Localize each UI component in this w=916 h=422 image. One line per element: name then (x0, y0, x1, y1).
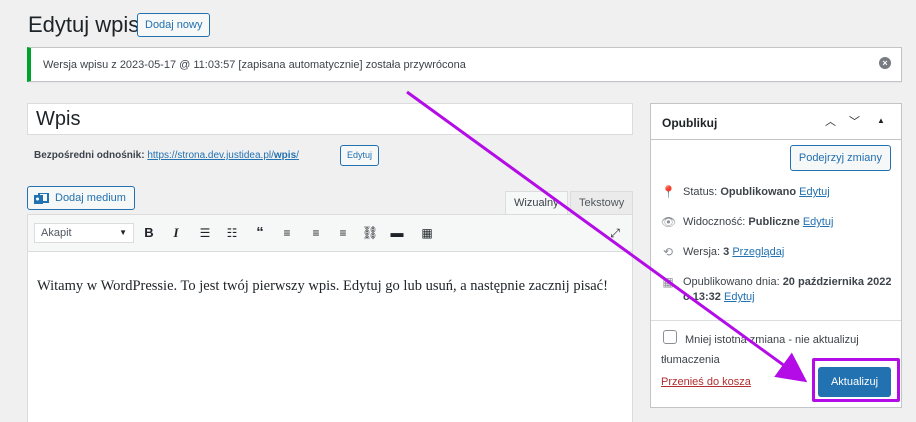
success-notice: Wersja wpisu z 2023-05-17 @ 11:03:57 [za… (27, 47, 902, 82)
annotation-highlight-box (812, 358, 900, 402)
chevron-down-icon: ▼ (119, 228, 127, 237)
pin-icon: 📍 (661, 185, 676, 199)
tab-visual[interactable]: Wizualny (505, 191, 568, 215)
visibility-row: 👁 Widoczność: Publiczne Edytuj (661, 215, 834, 229)
add-media-label: Dodaj medium (55, 192, 126, 204)
toolbar-toggle-icon[interactable]: ▦ (418, 224, 436, 242)
align-left-icon[interactable]: ≡ (278, 224, 296, 242)
history-icon: ⟲ (662, 245, 674, 259)
publish-title: Opublikuj (662, 116, 718, 130)
paragraph-format-select[interactable]: Akapit ▼ (34, 223, 134, 243)
page-title: Edytuj wpis (28, 12, 140, 37)
align-right-icon[interactable]: ≡ (334, 224, 352, 242)
italic-icon[interactable]: I (167, 224, 185, 242)
bold-icon[interactable]: B (140, 224, 158, 242)
revisions-row: ⟲ Wersja: 3 Przeglądaj (662, 245, 785, 259)
blockquote-icon[interactable]: “ (251, 224, 269, 242)
post-title-input[interactable]: Wpis (27, 103, 633, 135)
notice-text: Wersja wpisu z 2023-05-17 @ 11:03:57 [za… (43, 59, 466, 71)
align-center-icon[interactable]: ≡ (307, 224, 325, 242)
add-new-button[interactable]: Dodaj nowy (137, 13, 211, 37)
read-more-icon[interactable]: ▬ (388, 224, 406, 242)
edit-status-link[interactable]: Edytuj (799, 186, 830, 198)
edit-visibility-link[interactable]: Edytuj (803, 216, 834, 228)
numbered-list-icon[interactable]: ☷ (223, 224, 241, 242)
minor-edit-divider (651, 320, 901, 321)
content-editor: Akapit ▼ B I ☰ ☷ “ ≡ ≡ ≡ ⛓ ▬ ▦ ⤢ Witamy w… (27, 214, 633, 422)
permalink: Bezpośredni odnośnik: https://strona.dev… (34, 150, 299, 161)
calendar-icon: ▦ (662, 275, 674, 289)
status-row: 📍 Status: Opublikowano Edytuj (661, 185, 830, 199)
edit-slug-button[interactable]: Edytuj (340, 145, 380, 166)
post-content[interactable]: Witamy w WordPressie. To jest twój pierw… (37, 274, 627, 298)
link-icon[interactable]: ⛓ (361, 224, 379, 242)
collapse-arrow-icon[interactable]: ▲ (877, 116, 885, 125)
edit-date-link[interactable]: Edytuj (724, 291, 755, 303)
chevron-up-icon[interactable]: ︿ (825, 113, 836, 129)
preview-changes-button[interactable]: Podejrzyj zmiany (789, 145, 891, 171)
move-to-trash-link[interactable]: Przenieś do kosza (661, 376, 751, 388)
fullscreen-icon[interactable]: ⤢ (606, 224, 624, 242)
bullet-list-icon[interactable]: ☰ (196, 224, 214, 242)
tab-text[interactable]: Tekstowy (570, 191, 634, 215)
dismiss-icon[interactable]: × (879, 57, 891, 69)
add-media-button[interactable]: Dodaj medium (27, 186, 135, 210)
editor-toolbar: Akapit ▼ B I ☰ ☷ “ ≡ ≡ ≡ ⛓ ▬ ▦ ⤢ (28, 215, 632, 252)
permalink-label: Bezpośredni odnośnik: (34, 150, 145, 161)
eye-icon: 👁 (661, 215, 677, 229)
publish-header: Opublikuj ︿ ﹀ ▲ (651, 104, 901, 140)
permalink-url[interactable]: https://strona.dev.justidea.pl/wpis/ (147, 150, 299, 161)
chevron-down-icon[interactable]: ﹀ (849, 113, 860, 129)
browse-revisions-link[interactable]: Przeglądaj (732, 246, 784, 258)
media-icon (34, 191, 49, 205)
published-date-row: ▦ Opublikowano dnia: 20 października 202… (662, 275, 892, 303)
